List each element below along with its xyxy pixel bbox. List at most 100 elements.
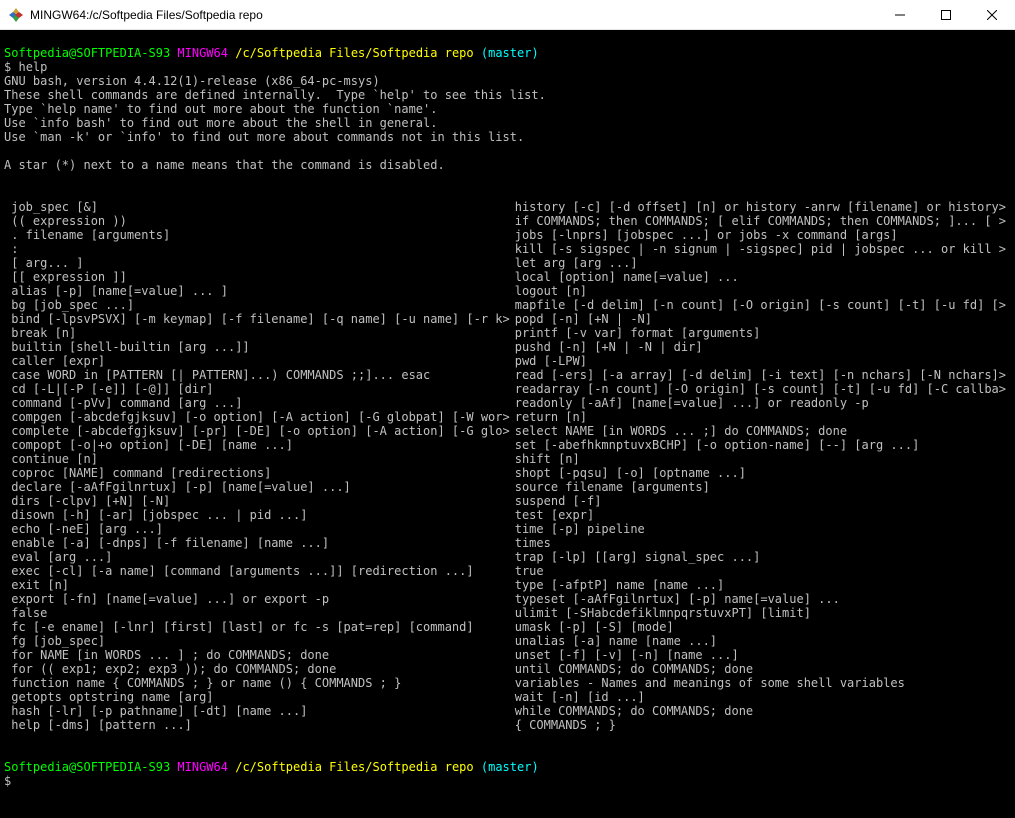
help-entry: for (( exp1; exp2; exp3 )); do COMMANDS;… [4,662,508,676]
help-entry: kill [-s sigspec | -n signum | -sigspec]… [508,242,1012,256]
window-controls [877,0,1015,29]
prompt-user-host: Softpedia@SOFTPEDIA-S93 [4,46,170,60]
help-column-left: job_spec [&] (( expression )) . filename… [4,200,508,732]
help-entry: command [-pVv] command [arg ...] [4,396,508,410]
help-entry: help [-dms] [pattern ...] [4,718,508,732]
prompt-line-1: Softpedia@SOFTPEDIA-S93 MINGW64 /c/Softp… [4,46,539,60]
help-entry: pushd [-n] [+N | -N | dir] [508,340,1012,354]
close-button[interactable] [969,0,1015,29]
intro-line: Use `man -k' or `info' to find out more … [4,130,1011,144]
help-entry: break [n] [4,326,508,340]
help-entry: exec [-cl] [-a name] [command [arguments… [4,564,508,578]
help-entry: complete [-abcdefgjksuv] [-pr] [-DE] [-o… [4,424,508,438]
help-entry: set [-abefhkmnptuvxBCHP] [-o option-name… [508,438,1012,452]
help-entry: if COMMANDS; then COMMANDS; [ elif COMMA… [508,214,1012,228]
help-entry: mapfile [-d delim] [-n count] [-O origin… [508,298,1012,312]
help-entry: logout [n] [508,284,1012,298]
command-line-1: $ help [4,60,47,74]
help-entry: time [-p] pipeline [508,522,1012,536]
help-entry: times [508,536,1012,550]
help-entry: shift [n] [508,452,1012,466]
help-entry: fg [job_spec] [4,634,508,648]
help-entry: declare [-aAfFgilnrtux] [-p] [name[=valu… [4,480,508,494]
help-entry: enable [-a] [-dnps] [-f filename] [name … [4,536,508,550]
help-entry: source filename [arguments] [508,480,1012,494]
intro-line [4,172,1011,186]
help-entry: : [4,242,508,256]
minimize-button[interactable] [877,0,923,29]
help-entry: popd [-n] [+N | -N] [508,312,1012,326]
help-entry: trap [-lp] [[arg] signal_spec ...] [508,550,1012,564]
help-entry: getopts optstring name [arg] [4,690,508,704]
help-entry: compopt [-o|+o option] [-DE] [name ...] [4,438,508,452]
help-intro: GNU bash, version 4.4.12(1)-release (x86… [4,74,1011,186]
help-entry: job_spec [&] [4,200,508,214]
intro-line: Type `help name' to find out more about … [4,102,1011,116]
help-entry: unset [-f] [-v] [-n] [name ...] [508,648,1012,662]
help-entry: local [option] name[=value] ... [508,270,1012,284]
prompt-branch: (master) [481,46,539,60]
help-entry: cd [-L|[-P [-e]] [-@]] [dir] [4,382,508,396]
help-entry: exit [n] [4,578,508,592]
help-entry: unalias [-a] name [name ...] [508,634,1012,648]
help-entry: eval [arg ...] [4,550,508,564]
help-entry: shopt [-pqsu] [-o] [optname ...] [508,466,1012,480]
help-entry: suspend [-f] [508,494,1012,508]
window-titlebar: MINGW64:/c/Softpedia Files/Softpedia rep… [0,0,1015,30]
help-entry: readarray [-n count] [-O origin] [-s cou… [508,382,1012,396]
help-entry: typeset [-aAfFgilnrtux] [-p] name[=value… [508,592,1012,606]
help-entry: bg [job_spec ...] [4,298,508,312]
terminal-output[interactable]: Softpedia@SOFTPEDIA-S93 MINGW64 /c/Softp… [0,30,1015,818]
help-entry: alias [-p] [name[=value] ... ] [4,284,508,298]
help-entry: false [4,606,508,620]
help-entry: readonly [-aAf] [name[=value] ...] or re… [508,396,1012,410]
help-entry: echo [-neE] [arg ...] [4,522,508,536]
help-entry: type [-afptP] name [name ...] [508,578,1012,592]
maximize-button[interactable] [923,0,969,29]
intro-line: A star (*) next to a name means that the… [4,158,1011,172]
help-entry: fc [-e ename] [-lnr] [first] [last] or f… [4,620,508,634]
intro-line: Use `info bash' to find out more about t… [4,116,1011,130]
help-entry: coproc [NAME] command [redirections] [4,466,508,480]
help-entry: jobs [-lnprs] [jobspec ...] or jobs -x c… [508,228,1012,242]
help-entry: case WORD in [PATTERN [| PATTERN]...) CO… [4,368,508,382]
intro-line [4,144,1011,158]
intro-line: These shell commands are defined interna… [4,88,1011,102]
help-entry: ulimit [-SHabcdefiklmnpqrstuvxPT] [limit… [508,606,1012,620]
help-entry: printf [-v var] format [arguments] [508,326,1012,340]
help-entry: pwd [-LPW] [508,354,1012,368]
help-entry: until COMMANDS; do COMMANDS; done [508,662,1012,676]
help-entry: read [-ers] [-a array] [-d delim] [-i te… [508,368,1012,382]
prompt-line-2: Softpedia@SOFTPEDIA-S93 MINGW64 /c/Softp… [4,760,539,774]
help-columns: job_spec [&] (( expression )) . filename… [4,200,1011,732]
help-entry: compgen [-abcdefgjksuv] [-o option] [-A … [4,410,508,424]
help-entry: variables - Names and meanings of some s… [508,676,1012,690]
help-entry: [ arg... ] [4,256,508,270]
help-entry: continue [n] [4,452,508,466]
prompt-env: MINGW64 [177,46,228,60]
help-entry: dirs [-clpv] [+N] [-N] [4,494,508,508]
prompt-cursor-line: $ [4,774,11,788]
help-entry: wait [-n] [id ...] [508,690,1012,704]
help-entry: select NAME [in WORDS ... ;] do COMMANDS… [508,424,1012,438]
intro-line: GNU bash, version 4.4.12(1)-release (x86… [4,74,1011,88]
help-entry: [[ expression ]] [4,270,508,284]
help-column-right: history [-c] [-d offset] [n] or history … [508,200,1012,732]
help-entry: test [expr] [508,508,1012,522]
help-entry: { COMMANDS ; } [508,718,1012,732]
help-entry: bind [-lpsvPSVX] [-m keymap] [-f filenam… [4,312,508,326]
prompt-path: /c/Softpedia Files/Softpedia repo [235,46,473,60]
help-entry: hash [-lr] [-p pathname] [-dt] [name ...… [4,704,508,718]
help-entry: return [n] [508,410,1012,424]
blank-line [4,746,11,760]
help-entry: caller [expr] [4,354,508,368]
help-entry: export [-fn] [name[=value] ...] or expor… [4,592,508,606]
help-entry: for NAME [in WORDS ... ] ; do COMMANDS; … [4,648,508,662]
help-entry: true [508,564,1012,578]
help-entry: history [-c] [-d offset] [n] or history … [508,200,1012,214]
help-entry: function name { COMMANDS ; } or name () … [4,676,508,690]
window-title: MINGW64:/c/Softpedia Files/Softpedia rep… [30,8,877,22]
help-entry: . filename [arguments] [4,228,508,242]
help-entry: umask [-p] [-S] [mode] [508,620,1012,634]
help-entry: builtin [shell-builtin [arg ...]] [4,340,508,354]
